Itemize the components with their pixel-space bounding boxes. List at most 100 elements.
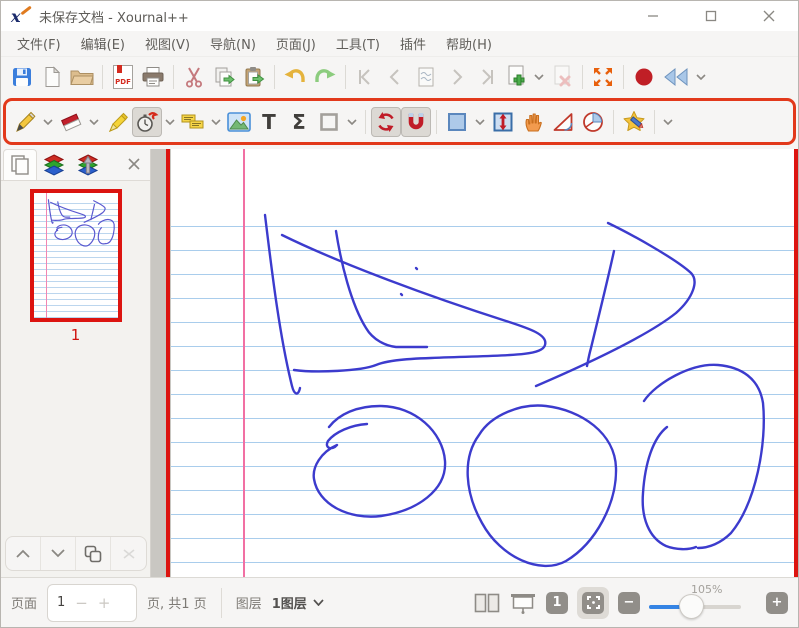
previous-page-button[interactable]: [381, 62, 411, 92]
menu-file[interactable]: 文件(F): [7, 31, 71, 56]
zoom-slider-thumb[interactable]: [679, 594, 704, 619]
audio-playback-button[interactable]: [659, 62, 693, 92]
page-preview-button[interactable]: [411, 62, 441, 92]
menu-tools[interactable]: 工具(T): [326, 31, 390, 56]
new-file-button[interactable]: [37, 62, 67, 92]
add-page-dropdown[interactable]: [533, 64, 545, 90]
xournalpp-window: x 未保存文档 - Xournal++ 文件(F) 编辑(E) 视图(V) 导航…: [0, 0, 799, 628]
page-thumbnail-selected[interactable]: [30, 189, 122, 322]
image-icon: [226, 110, 252, 134]
next-page-button[interactable]: [441, 62, 471, 92]
page-spinbox[interactable]: 1 − +: [47, 584, 137, 622]
save-button[interactable]: [7, 62, 37, 92]
move-page-up-button[interactable]: [6, 537, 41, 570]
redo-button[interactable]: [310, 62, 340, 92]
play-object-dropdown[interactable]: [164, 109, 176, 135]
tab-layerstack-preview[interactable]: [71, 149, 105, 180]
go-last-icon: [476, 67, 496, 87]
move-page-down-button[interactable]: [41, 537, 76, 570]
menu-edit[interactable]: 编辑(E): [71, 31, 135, 56]
rect-select-button[interactable]: [442, 107, 472, 137]
eraser-dropdown[interactable]: [88, 109, 100, 135]
favorite-tools-button[interactable]: [619, 107, 649, 137]
menu-page[interactable]: 页面(J): [266, 31, 326, 56]
first-page-button[interactable]: [351, 62, 381, 92]
statusbar: 页面 1 − + 页, 共1 页 图层 1图层 1 − 105% +: [1, 577, 798, 627]
select-pdf-text-button[interactable]: [178, 107, 208, 137]
favorite-star-icon: [621, 109, 647, 135]
page-increment-button[interactable]: +: [98, 594, 111, 612]
chevron-down-icon: [313, 599, 324, 606]
compass-button[interactable]: [578, 107, 608, 137]
go-previous-icon: [386, 67, 406, 87]
pdf-text-select-dropdown[interactable]: [210, 109, 222, 135]
eraser-tool-button[interactable]: [56, 107, 86, 137]
zoom-original-button[interactable]: 1: [546, 592, 568, 614]
delete-page-button[interactable]: [547, 62, 577, 92]
math-tex-button[interactable]: Σ: [284, 107, 314, 137]
hand-tool-button[interactable]: [518, 107, 548, 137]
toolbar-separator: [345, 65, 346, 89]
insert-image-button[interactable]: [224, 107, 254, 137]
shape-dropdown[interactable]: [346, 109, 358, 135]
undo-icon: [282, 65, 308, 89]
draw-rectangle-button[interactable]: [314, 107, 344, 137]
pen-tool-button[interactable]: [10, 107, 40, 137]
delete-page-sidebar-button[interactable]: [111, 537, 146, 570]
paste-button[interactable]: [239, 62, 269, 92]
thumbnail-strokes: [34, 193, 118, 318]
statusbar-separator: [221, 588, 222, 618]
app-logo-icon: x: [11, 7, 31, 25]
undo-button[interactable]: [280, 62, 310, 92]
vertical-space-button[interactable]: [488, 107, 518, 137]
pdf-text-select-icon: [179, 110, 207, 134]
toolbar-separator: [274, 65, 275, 89]
cut-button[interactable]: [179, 62, 209, 92]
zoom-out-button[interactable]: −: [618, 592, 640, 614]
pen-dropdown[interactable]: [42, 109, 54, 135]
page-decrement-button[interactable]: −: [75, 594, 88, 612]
menu-view[interactable]: 视图(V): [135, 31, 200, 56]
minimize-button[interactable]: [624, 1, 682, 31]
tab-layer-preview[interactable]: [37, 149, 71, 180]
document-page[interactable]: [171, 149, 794, 577]
setsquare-button[interactable]: [548, 107, 578, 137]
play-object-tool-button[interactable]: [132, 107, 162, 137]
page-number-label: 1: [71, 326, 81, 344]
sidebar-close-button[interactable]: [128, 155, 140, 174]
text-tool-button[interactable]: T: [254, 107, 284, 137]
zoom-fit-button[interactable]: [582, 592, 604, 614]
zoom-slider[interactable]: 105%: [649, 581, 757, 625]
go-first-icon: [356, 67, 376, 87]
presentation-view-icon[interactable]: [509, 592, 537, 614]
dual-page-view-icon[interactable]: [474, 593, 500, 613]
duplicate-page-button[interactable]: [76, 537, 111, 570]
open-button[interactable]: [67, 62, 97, 92]
playback-dropdown[interactable]: [695, 64, 707, 90]
rotation-snapping-toggle[interactable]: [371, 107, 401, 137]
add-page-button[interactable]: [501, 62, 531, 92]
maximize-button[interactable]: [682, 1, 740, 31]
layer-dropdown[interactable]: 1图层: [272, 593, 324, 612]
fullscreen-button[interactable]: [588, 62, 618, 92]
layer-dropdown-value: 1图层: [272, 593, 307, 612]
last-page-button[interactable]: [471, 62, 501, 92]
highlighter-tool-button[interactable]: [102, 107, 132, 137]
copy-button[interactable]: [209, 62, 239, 92]
record-audio-button[interactable]: [629, 62, 659, 92]
canvas-viewport[interactable]: [151, 149, 798, 577]
page-spinbox-value: 1: [57, 595, 65, 610]
page-label: 页面: [11, 593, 37, 612]
tab-page-preview[interactable]: [3, 149, 37, 180]
close-button[interactable]: [740, 1, 798, 31]
zoom-in-button[interactable]: +: [766, 592, 788, 614]
menu-help[interactable]: 帮助(H): [436, 31, 502, 56]
select-dropdown[interactable]: [474, 109, 486, 135]
magnet-icon: [404, 110, 428, 134]
export-pdf-button[interactable]: PDF: [108, 62, 138, 92]
grid-snapping-toggle[interactable]: [401, 107, 431, 137]
toolbar-overflow-dropdown[interactable]: [662, 109, 674, 135]
print-button[interactable]: [138, 62, 168, 92]
menu-plugins[interactable]: 插件: [390, 31, 436, 56]
menu-navigation[interactable]: 导航(N): [200, 31, 266, 56]
